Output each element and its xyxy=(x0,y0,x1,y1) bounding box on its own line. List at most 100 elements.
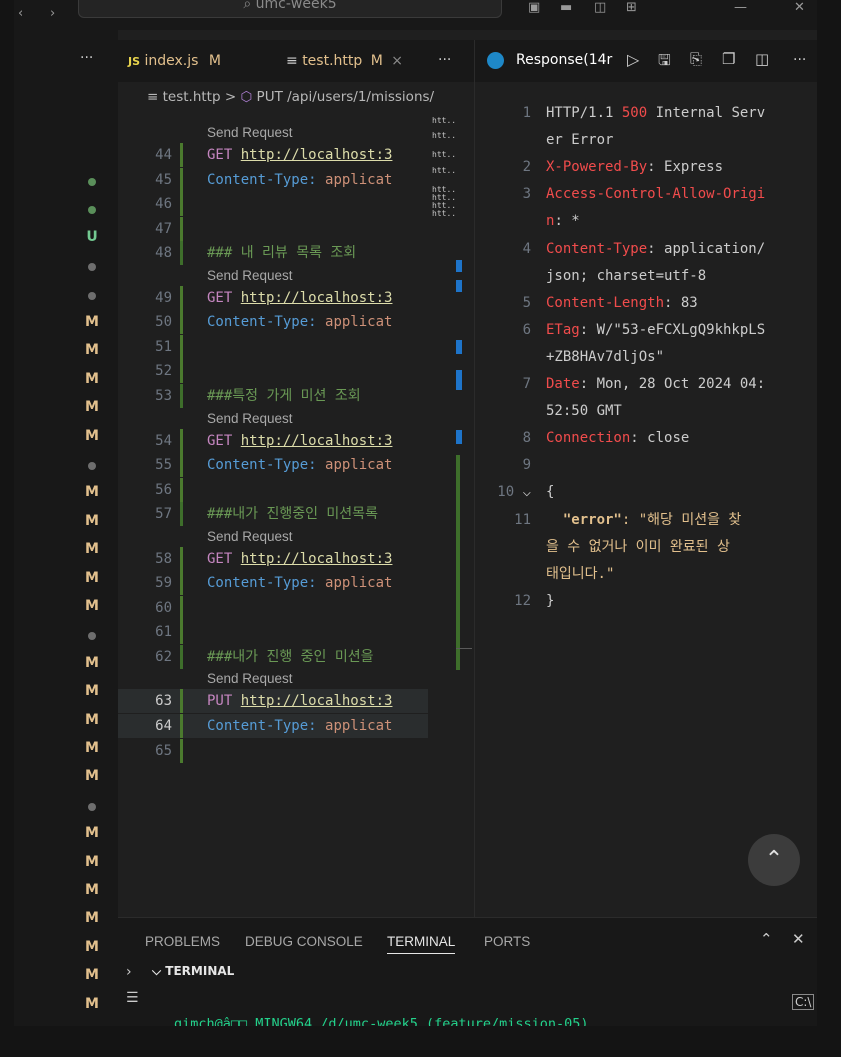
terminal-prompt[interactable]: gimch@â□□ MINGW64 /d/umc-week5 (feature/… xyxy=(174,1016,589,1026)
send-request-codelens[interactable]: Send Request xyxy=(207,527,293,547)
file-icon: ≡ xyxy=(147,89,159,105)
line-number: 45 xyxy=(155,171,172,188)
line-number: 55 xyxy=(155,457,172,474)
http-file-icon: ≡ xyxy=(286,53,298,69)
code-line: 55 Content-Type: applicat xyxy=(118,453,428,478)
terminal-shell-icon[interactable]: C:\ xyxy=(792,994,815,1010)
save-body-icon[interactable]: ⎘ xyxy=(690,50,702,68)
response-line-number: 6 xyxy=(522,321,531,338)
title-bar: ‹ › ⌕ umc-week5 ▣ ▬ ◫ ⊞ — ✕ xyxy=(14,0,817,30)
modified-badge: M xyxy=(208,53,221,69)
tab-terminal[interactable]: TERMINAL xyxy=(387,934,456,954)
line-number: 54 xyxy=(155,432,172,449)
git-change-gutter xyxy=(180,546,183,571)
minimap[interactable]: htt.. htt.. htt.. htt.. htt.. htt.. htt.. htt.. xyxy=(428,110,472,917)
breadcrumb-file[interactable]: test.http xyxy=(163,89,221,105)
minimap-marker xyxy=(456,340,462,354)
editor-tab-bar: JS index.js M ≡ test.http M × ··· xyxy=(118,40,474,82)
terminal-list-icon[interactable]: ☰ xyxy=(126,990,139,1006)
line-number: 65 xyxy=(155,742,172,759)
tab-label: test.http xyxy=(302,53,363,69)
git-status-letter: M xyxy=(85,853,99,870)
back-arrow-icon[interactable]: ‹ xyxy=(18,6,23,21)
chevron-right-icon[interactable]: › xyxy=(126,964,132,980)
response-text: ETag: W/"53-eFCXLgQ9khkpLS xyxy=(546,321,766,338)
tab-ports[interactable]: PORTS xyxy=(484,934,530,949)
line-number: 59 xyxy=(155,575,172,592)
tab-overflow-icon[interactable]: ··· xyxy=(438,52,451,68)
minimap-text: htt.. xyxy=(432,209,457,218)
toggle-panel-icon[interactable]: ▬ xyxy=(560,0,572,15)
toggle-secondary-sidebar-icon[interactable]: ◫ xyxy=(594,0,606,15)
git-change-gutter xyxy=(180,216,183,241)
response-line-number: 4 xyxy=(522,240,531,257)
explorer-status-column: ··· xyxy=(14,30,118,1026)
customize-layout-icon[interactable]: ⊞ xyxy=(626,0,637,15)
scroll-to-top-button[interactable]: ⌃ xyxy=(748,834,800,886)
git-change-gutter xyxy=(180,167,183,192)
terminal-section-title[interactable]: ⌵ TERMINAL xyxy=(152,964,234,979)
forward-arrow-icon[interactable]: › xyxy=(50,6,55,21)
git-status-letter: M xyxy=(85,427,99,444)
git-status-letter: U xyxy=(86,228,98,245)
code-text: Content-Type: applicat xyxy=(207,575,393,592)
response-line-number: 5 xyxy=(522,294,531,311)
line-number: 48 xyxy=(155,245,172,262)
send-request-codelens[interactable]: Send Request xyxy=(207,669,293,689)
code-line: 62 ###내가 진행 중인 미션을 xyxy=(118,644,428,669)
git-change-gutter xyxy=(180,595,183,620)
send-request-codelens[interactable]: Send Request xyxy=(207,123,293,143)
tab-problems[interactable]: PROBLEMS xyxy=(145,934,220,949)
copy-icon[interactable]: ❐ xyxy=(722,50,735,68)
terminal-section-label: TERMINAL xyxy=(165,964,235,978)
code-line: 45 Content-Type: applicat xyxy=(118,167,428,192)
git-status-letter: M xyxy=(85,598,99,614)
close-window-icon[interactable]: ✕ xyxy=(794,0,805,15)
code-line: 57 ###내가 진행중인 미션목록 xyxy=(118,502,428,527)
response-text: 52:50 GMT xyxy=(546,403,622,420)
command-center-search[interactable]: ⌕ umc-week5 xyxy=(78,0,502,18)
response-line-number: 7 xyxy=(522,376,531,392)
send-request-codelens[interactable]: Send Request xyxy=(207,409,293,429)
response-text: json; charset=utf-8 xyxy=(546,267,707,284)
run-icon[interactable]: ▷ xyxy=(627,50,639,69)
code-line: 63 PUT http://localhost:3 xyxy=(118,689,428,714)
git-change-gutter xyxy=(180,192,183,217)
send-request-codelens[interactable]: Send Request xyxy=(207,266,293,286)
code-line: 52 xyxy=(118,359,428,384)
breadcrumb-separator: > xyxy=(224,89,237,105)
response-text: Access-Control-Allow-Origi xyxy=(546,186,766,203)
maximize-panel-icon[interactable]: ⌃ xyxy=(760,930,773,948)
sidebar-more-icon[interactable]: ··· xyxy=(80,50,93,66)
code-line: 60 xyxy=(118,595,428,620)
git-change-gutter xyxy=(180,738,183,763)
workspace-name: umc-week5 xyxy=(255,0,337,12)
code-text: GET http://localhost:3 xyxy=(207,147,393,163)
toggle-sidebar-icon[interactable]: ▣ xyxy=(528,0,540,15)
git-status-dot xyxy=(88,178,96,186)
git-change-gutter xyxy=(180,383,183,408)
code-text: GET http://localhost:3 xyxy=(207,289,393,306)
tab-test-http[interactable]: ≡ test.http M × xyxy=(286,40,403,82)
git-status-dot xyxy=(88,802,96,811)
tab-index-js[interactable]: JS index.js M xyxy=(128,40,221,82)
git-change-gutter xyxy=(180,143,183,167)
close-tab-icon[interactable]: × xyxy=(391,53,403,69)
split-editor-icon[interactable]: ◫ xyxy=(755,50,769,68)
close-panel-icon[interactable]: ✕ xyxy=(792,930,805,948)
minimize-icon[interactable]: — xyxy=(734,0,747,15)
code-text: GET http://localhost:3 xyxy=(207,432,393,449)
rest-client-icon xyxy=(487,52,504,69)
code-line: 51 xyxy=(118,334,428,359)
line-number: 63 xyxy=(155,693,172,710)
code-text: ### 내 리뷰 목록 조회 xyxy=(207,245,357,262)
tab-debug-console[interactable]: DEBUG CONSOLE xyxy=(245,934,363,949)
minimap-marker xyxy=(456,430,462,444)
response-text: n: * xyxy=(546,213,580,230)
git-status-letter: M xyxy=(85,370,99,387)
save-response-icon[interactable]: 🖫 xyxy=(658,50,671,75)
line-number: 53 xyxy=(155,387,172,404)
more-actions-icon[interactable]: ··· xyxy=(793,52,806,68)
response-tab-label[interactable]: Response(14r xyxy=(516,52,612,68)
breadcrumb-symbol[interactable]: PUT /api/users/1/missions/ xyxy=(257,89,435,105)
